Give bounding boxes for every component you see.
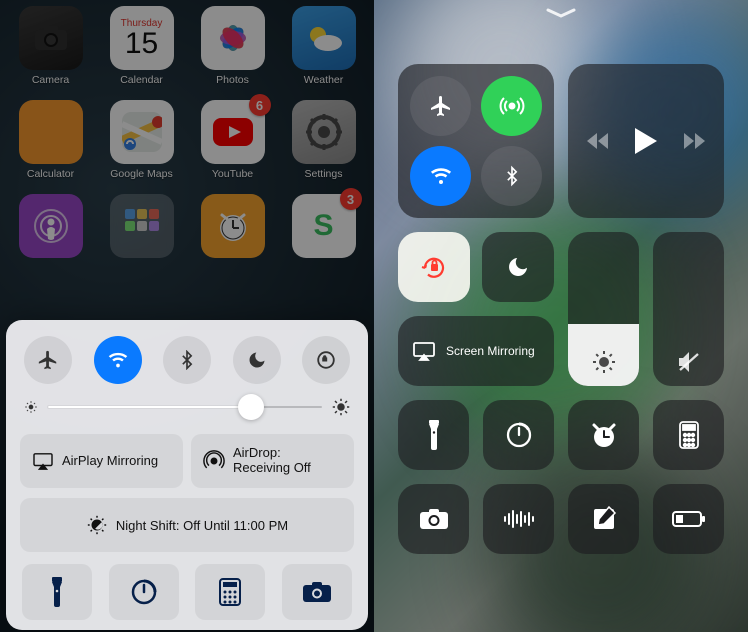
camera-button[interactable] bbox=[398, 484, 469, 554]
airplay-icon bbox=[32, 452, 54, 470]
airdrop-label: AirDrop: Receiving Off bbox=[233, 446, 311, 476]
night-shift-label: Night Shift: Off Until 11:00 PM bbox=[116, 518, 288, 533]
night-shift-icon bbox=[86, 514, 108, 536]
calculator-button[interactable] bbox=[195, 564, 265, 620]
bluetooth-toggle[interactable] bbox=[163, 336, 211, 384]
airplay-icon bbox=[412, 341, 436, 361]
dnd-toggle[interactable] bbox=[233, 336, 281, 384]
screen-mirroring-label: Screen Mirroring bbox=[446, 344, 535, 358]
ios10-screen: Camera Thursday15 Calendar Photos Weathe… bbox=[0, 0, 374, 632]
airdrop-icon bbox=[203, 450, 225, 472]
volume-mute-icon bbox=[676, 350, 702, 374]
dnd-toggle[interactable] bbox=[482, 232, 554, 302]
screen-mirroring-button[interactable]: Screen Mirroring bbox=[398, 316, 554, 386]
sun-low-icon bbox=[24, 400, 38, 414]
quick-row bbox=[20, 564, 354, 620]
rotation-lock-toggle[interactable] bbox=[302, 336, 350, 384]
bluetooth-toggle[interactable] bbox=[481, 146, 542, 206]
slider-track[interactable] bbox=[48, 406, 322, 408]
control-center-ios10: AirPlay Mirroring AirDrop: Receiving Off… bbox=[6, 320, 368, 630]
wifi-toggle[interactable] bbox=[94, 336, 142, 384]
notes-button[interactable] bbox=[568, 484, 639, 554]
cellular-toggle[interactable] bbox=[481, 76, 542, 136]
voice-memo-button[interactable] bbox=[483, 484, 554, 554]
sun-high-icon bbox=[332, 398, 350, 416]
slider-thumb[interactable] bbox=[238, 394, 264, 420]
airplane-toggle[interactable] bbox=[410, 76, 471, 136]
night-shift-button[interactable]: Night Shift: Off Until 11:00 PM bbox=[20, 498, 354, 552]
sun-icon bbox=[592, 350, 616, 374]
airplay-button[interactable]: AirPlay Mirroring bbox=[20, 434, 183, 488]
tile-row-2 bbox=[398, 484, 724, 554]
flashlight-button[interactable] bbox=[398, 400, 469, 470]
chevron-down-icon[interactable] bbox=[542, 6, 580, 20]
timer-button[interactable] bbox=[109, 564, 179, 620]
brightness-slider[interactable] bbox=[568, 232, 639, 386]
control-center-ios11: Screen Mirroring bbox=[398, 64, 724, 554]
airplane-toggle[interactable] bbox=[24, 336, 72, 384]
media-module[interactable] bbox=[568, 64, 724, 218]
airdrop-button[interactable]: AirDrop: Receiving Off bbox=[191, 434, 354, 488]
forward-icon[interactable] bbox=[681, 132, 705, 150]
wifi-toggle[interactable] bbox=[410, 146, 471, 206]
low-power-button[interactable] bbox=[653, 484, 724, 554]
alarm-button[interactable] bbox=[568, 400, 639, 470]
toggle-row bbox=[24, 336, 350, 384]
connectivity-module[interactable] bbox=[398, 64, 554, 218]
lock-dnd-row bbox=[398, 232, 554, 302]
tile-row-1 bbox=[398, 400, 724, 470]
airplay-label: AirPlay Mirroring bbox=[62, 454, 158, 469]
ios11-screen: Screen Mirroring bbox=[374, 0, 748, 632]
brightness-slider[interactable] bbox=[24, 398, 350, 416]
timer-button[interactable] bbox=[483, 400, 554, 470]
flashlight-button[interactable] bbox=[22, 564, 92, 620]
calculator-button[interactable] bbox=[653, 400, 724, 470]
camera-button[interactable] bbox=[282, 564, 352, 620]
play-icon[interactable] bbox=[633, 126, 659, 156]
rotation-lock-toggle[interactable] bbox=[398, 232, 470, 302]
sliders bbox=[568, 232, 724, 386]
rewind-icon[interactable] bbox=[587, 132, 611, 150]
volume-slider[interactable] bbox=[653, 232, 724, 386]
